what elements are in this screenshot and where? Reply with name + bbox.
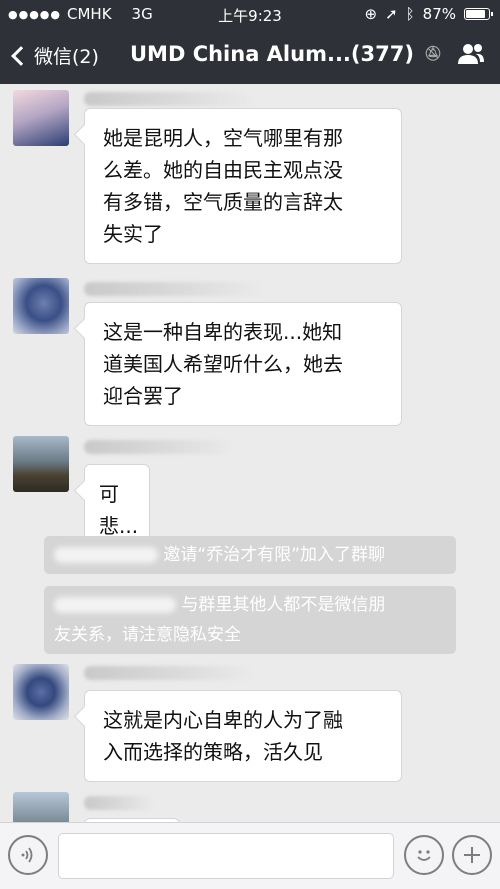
- message-line: 道美国人希望听什么，她去: [103, 352, 343, 376]
- battery-percent: 87%: [422, 5, 456, 23]
- blurred-member-name: [54, 597, 176, 613]
- message-line: 可悲...: [99, 482, 139, 538]
- sender-name-blurred: [84, 92, 254, 106]
- avatar[interactable]: [13, 792, 69, 822]
- input-bar: [0, 822, 500, 889]
- back-button[interactable]: 微信(2): [8, 42, 99, 69]
- avatar[interactable]: [13, 278, 69, 334]
- blurred-inviter-name: [54, 547, 158, 563]
- avatar[interactable]: [13, 436, 69, 492]
- voice-button[interactable]: [8, 835, 48, 875]
- system-notice-invite: 邀请“乔治才有限”加入了群聊: [44, 536, 456, 574]
- avatar[interactable]: [13, 90, 69, 146]
- back-label: 微信(2): [34, 46, 99, 68]
- message-line: 她是昆明人，空气哪里有那: [103, 126, 343, 150]
- system-notice-privacy: 与群里其他人都不是微信朋 友关系，请注意隐私安全: [44, 586, 456, 654]
- message-bubble[interactable]: 这是一种自卑的表现...她知 道美国人希望听什么，她去 迎合罢了: [84, 302, 402, 426]
- sender-name-blurred: [84, 440, 234, 454]
- privacy-text-1: 与群里其他人都不是微信朋: [181, 595, 386, 615]
- message-input[interactable]: [58, 833, 394, 879]
- battery-icon: [464, 8, 493, 20]
- status-right: ⊕ ➚ ᛒ 87%: [364, 5, 493, 23]
- privacy-line-1: 与群里其他人都不是微信朋: [54, 590, 446, 620]
- back-arrow-icon: [11, 45, 31, 66]
- message-bubble[interactable]: 她是昆明人，空气哪里有那 么差。她的自由民主观点没 有多错，空气质量的言辞太 失…: [84, 108, 402, 264]
- chat-title: UMD China Alum...(377) 🔕︎: [130, 42, 442, 66]
- sender-name-blurred: [84, 282, 264, 296]
- group-contacts-icon[interactable]: [456, 42, 486, 66]
- nav-bar: 微信(2) UMD China Alum...(377) 🔕︎: [0, 28, 500, 84]
- privacy-text-2: 友关系，请注意隐私安全: [54, 625, 241, 645]
- voice-icon: [21, 847, 33, 863]
- message-line: 迎合罢了: [103, 384, 183, 408]
- emoji-icon: [417, 850, 431, 861]
- bluetooth-icon: ᛒ: [405, 5, 415, 23]
- invite-text: 邀请“乔治才有限”加入了群聊: [163, 545, 386, 565]
- chat-title-text: UMD China Alum...(377): [130, 42, 414, 66]
- status-bar: ●●●●● CMHK 3G 上午9:23 ⊕ ➚ ᛒ 87%: [0, 0, 500, 28]
- mute-icon: 🔕︎: [423, 46, 442, 62]
- emoji-button[interactable]: [404, 835, 444, 875]
- battery-fill: [466, 10, 486, 18]
- sender-name-blurred: [84, 666, 254, 680]
- lock-rotation-icon: ⊕: [364, 5, 378, 23]
- location-icon: ➚: [385, 5, 398, 23]
- chat-area[interactable]: 她是昆明人，空气哪里有那 么差。她的自由民主观点没 有多错，空气质量的言辞太 失…: [0, 84, 500, 822]
- plus-button[interactable]: [452, 835, 492, 875]
- message-line: 失实了: [103, 222, 163, 246]
- sender-name-blurred: [84, 796, 154, 810]
- message-bubble[interactable]: 这就是内心自卑的人为了融 入而选择的策略，活久见: [84, 690, 402, 782]
- message-line: 这就是内心自卑的人为了融: [103, 708, 343, 732]
- message-line: 有多错，空气质量的言辞太: [103, 190, 343, 214]
- message-line: 入而选择的策略，活久见: [103, 740, 323, 764]
- message-line: 这是一种自卑的表现...她知: [103, 320, 343, 344]
- avatar[interactable]: [13, 664, 69, 720]
- message-line: 么差。她的自由民主观点没: [103, 158, 343, 182]
- plus-icon: [464, 847, 480, 863]
